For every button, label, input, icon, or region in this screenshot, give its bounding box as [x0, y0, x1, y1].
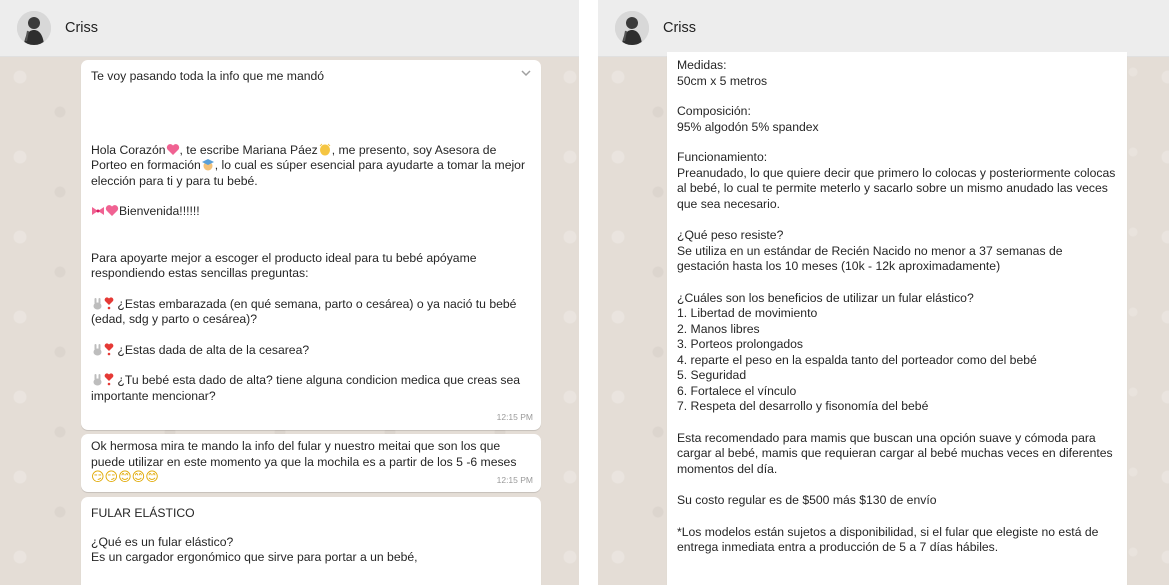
red-exclamation-heart-icon: [104, 342, 114, 355]
message-answer: Es un cargador ergonómico que sirve para…: [91, 550, 418, 564]
chat-panel-right: Criss Medidas: 50cm x 5 metros Composici…: [598, 0, 1169, 585]
message-greeting: Hola Corazón, te escribe Mariana Páez, m…: [91, 142, 526, 188]
chat-header[interactable]: Criss: [598, 0, 1169, 57]
nota-text: *Los modelos están sujetos a disponibili…: [677, 524, 1099, 555]
red-exclamation-heart-icon: [104, 296, 114, 309]
message-bubble[interactable]: Ok hermosa mira te mando la info del ful…: [81, 434, 541, 492]
chat-panel-left: Criss Te voy pasando toda la info que me…: [0, 0, 579, 585]
list-item: 2. Manos libres: [677, 321, 760, 336]
funcionamiento-label: Funcionamiento:: [677, 150, 768, 164]
pink-heart-icon: [105, 205, 119, 216]
contact-name: Criss: [663, 20, 697, 36]
waving-hand-icon: [319, 143, 331, 155]
bunny-icon: [93, 297, 102, 309]
composicion-label: Composición:: [677, 104, 751, 118]
composicion-value: 95% algodón 5% spandex: [677, 119, 819, 134]
message-question-1: ¿Estas embarazada (en qué semana, parto …: [91, 296, 517, 327]
list-item: 6. Fortalece el vínculo: [677, 383, 797, 398]
list-item: 5. Seguridad: [677, 368, 747, 382]
pink-heart-icon: [166, 143, 179, 155]
message-time: 12:15 PM: [496, 474, 533, 485]
beneficios-label: ¿Cuáles son los beneficios de utilizar u…: [677, 290, 974, 305]
message-bubble[interactable]: Te voy pasando toda la info que me mandó…: [81, 60, 541, 430]
message-text: Ok hermosa mira te mando la info del ful…: [91, 439, 517, 469]
recomendado-text: Esta recomendado para mamis que buscan u…: [677, 430, 1113, 476]
red-exclamation-heart-icon: [104, 373, 114, 386]
message-help: Para apoyarte mejor a escoger el product…: [91, 250, 477, 281]
message-emojis: 😏😏😊😊😊: [91, 470, 159, 485]
list-item: 1. Libertad de movimiento: [677, 306, 818, 320]
chat-header[interactable]: Criss: [0, 0, 579, 57]
contact-name: Criss: [65, 20, 99, 36]
message-bubble[interactable]: FULAR ELÁSTICO ¿Qué es un fular elástico…: [81, 497, 541, 585]
message-title: FULAR ELÁSTICO: [91, 506, 195, 520]
avatar[interactable]: [17, 11, 51, 45]
avatar[interactable]: [615, 11, 649, 45]
ribbon-bow-icon: [92, 207, 104, 215]
peso-value: Se utiliza en un estándar de Recién Naci…: [677, 243, 1063, 274]
message-intro: Te voy pasando toda la info que me mandó: [91, 69, 325, 83]
message-question: ¿Qué es un fular elástico?: [91, 534, 234, 549]
message-question-3: ¿Tu bebé esta dado de alta? tiene alguna…: [91, 373, 521, 403]
message-time: 12:15 PM: [496, 411, 533, 422]
medidas-label: Medidas:: [677, 58, 727, 72]
bunny-icon: [93, 374, 102, 386]
message-question-2: ¿Estas dada de alta de la cesarea?: [91, 343, 531, 359]
list-item: 4. reparte el peso en la espalda tanto d…: [677, 352, 1037, 367]
student-icon: [201, 159, 214, 171]
funcionamiento-value: Preanudado, lo que quiere decir que prim…: [677, 165, 1116, 211]
bunny-icon: [93, 343, 102, 355]
message-welcome: Bienvenida!!!!!!: [91, 204, 531, 220]
peso-label: ¿Qué peso resiste?: [677, 228, 784, 242]
message-bubble[interactable]: Medidas: 50cm x 5 metros Composición: 95…: [667, 52, 1127, 585]
list-item: 3. Porteos prolongados: [677, 337, 804, 351]
list-item: 7. Respeta del desarrollo y fisonomía de…: [677, 399, 929, 413]
medidas-value: 50cm x 5 metros: [677, 73, 768, 88]
costo-text: Su costo regular es de $500 más $130 de …: [677, 493, 937, 507]
chevron-down-icon[interactable]: [519, 66, 533, 80]
